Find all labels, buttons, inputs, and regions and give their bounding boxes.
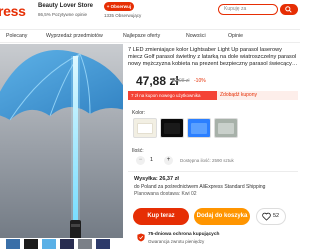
white-umbrella-thumb [137,123,153,134]
search-input[interactable]: Kupuję za [218,4,278,15]
shipping-method[interactable]: do Poland za pośrednictwem AliExpress St… [134,184,265,190]
shipping-cost: Wysyłka: 26,37 zł [134,176,179,182]
quantity-label: Ilość: [132,148,144,154]
old-price: 52,98 zł [172,78,190,84]
coupon-banner: 7 zł na kupon nowego użytkownika Zdobądź… [128,91,298,100]
nav-item-sale[interactable]: Wyprzedaż przedmiotów [46,33,103,39]
nav-item-best-deals[interactable]: Najlepsze oferty [123,33,160,39]
nav-item-recommended[interactable]: Polecany [6,33,27,39]
get-coupons-link[interactable]: Zdobądź kupony [220,91,257,100]
top-header: ress Beauty Lover Store 86,5% Pozytywne … [0,0,300,30]
gray-umbrella-thumb [218,123,234,134]
follow-button[interactable]: + Obserwuj [104,2,134,11]
nav-item-reviews[interactable]: Opinie [228,33,243,39]
color-label: Kolor: [132,110,146,116]
quantity-available: Dostępna ilość: 2590 sztuk [180,158,234,163]
buyer-protection-subtitle: Gwarancja zwrotu pieniędzy [148,239,205,244]
shield-icon [137,233,145,242]
aliexpress-logo[interactable]: ress [0,3,26,19]
quantity-decrease-button[interactable]: − [136,156,145,165]
coupon-badge: 7 zł na kupon nowego użytkownika [128,91,217,100]
color-swatch-gray[interactable] [214,118,238,138]
black-umbrella-thumb [164,123,180,134]
delivery-estimate: Planowana dostawa: Kwi 02 [134,191,197,197]
wishlist-button[interactable]: 52 [256,208,286,225]
product-title: 7 LED zmieniające kolor Lightsaber Light… [128,47,298,68]
add-to-cart-button[interactable]: Dodaj do koszyka [194,208,250,225]
product-title-text: 7 LED zmieniające kolor Lightsaber Light… [128,47,298,67]
blue-umbrella-thumb [191,123,207,134]
store-name[interactable]: Beauty Lover Store [38,3,93,9]
store-rating: 86,5% Pozytywne opinie [38,12,88,17]
quantity-value[interactable]: 1 [150,157,153,163]
search-icon [285,6,292,13]
store-nav: Polecany Wyprzedaż przedmiotów Najlepsze… [0,30,300,43]
color-swatch-blue[interactable] [187,118,211,138]
quantity-increase-button[interactable]: + [164,156,173,165]
product-image[interactable] [0,44,135,250]
nav-item-new[interactable]: Nowości [186,33,206,39]
search-button[interactable] [280,4,298,15]
color-swatch-black[interactable] [160,118,184,138]
wishlist-count: 52 [273,213,280,219]
followers-count: 1335 Obserwujący [104,13,142,18]
product-page: ress Beauty Lover Store 86,5% Pozytywne … [0,0,300,250]
color-swatch-white[interactable] [133,118,157,138]
buy-now-button[interactable]: Kup teraz [133,208,189,225]
buyer-protection-title[interactable]: 75-dniowa ochrona kupujących [148,232,219,237]
discount-badge: -10% [194,78,206,84]
divider [128,171,298,172]
heart-icon [262,212,271,221]
